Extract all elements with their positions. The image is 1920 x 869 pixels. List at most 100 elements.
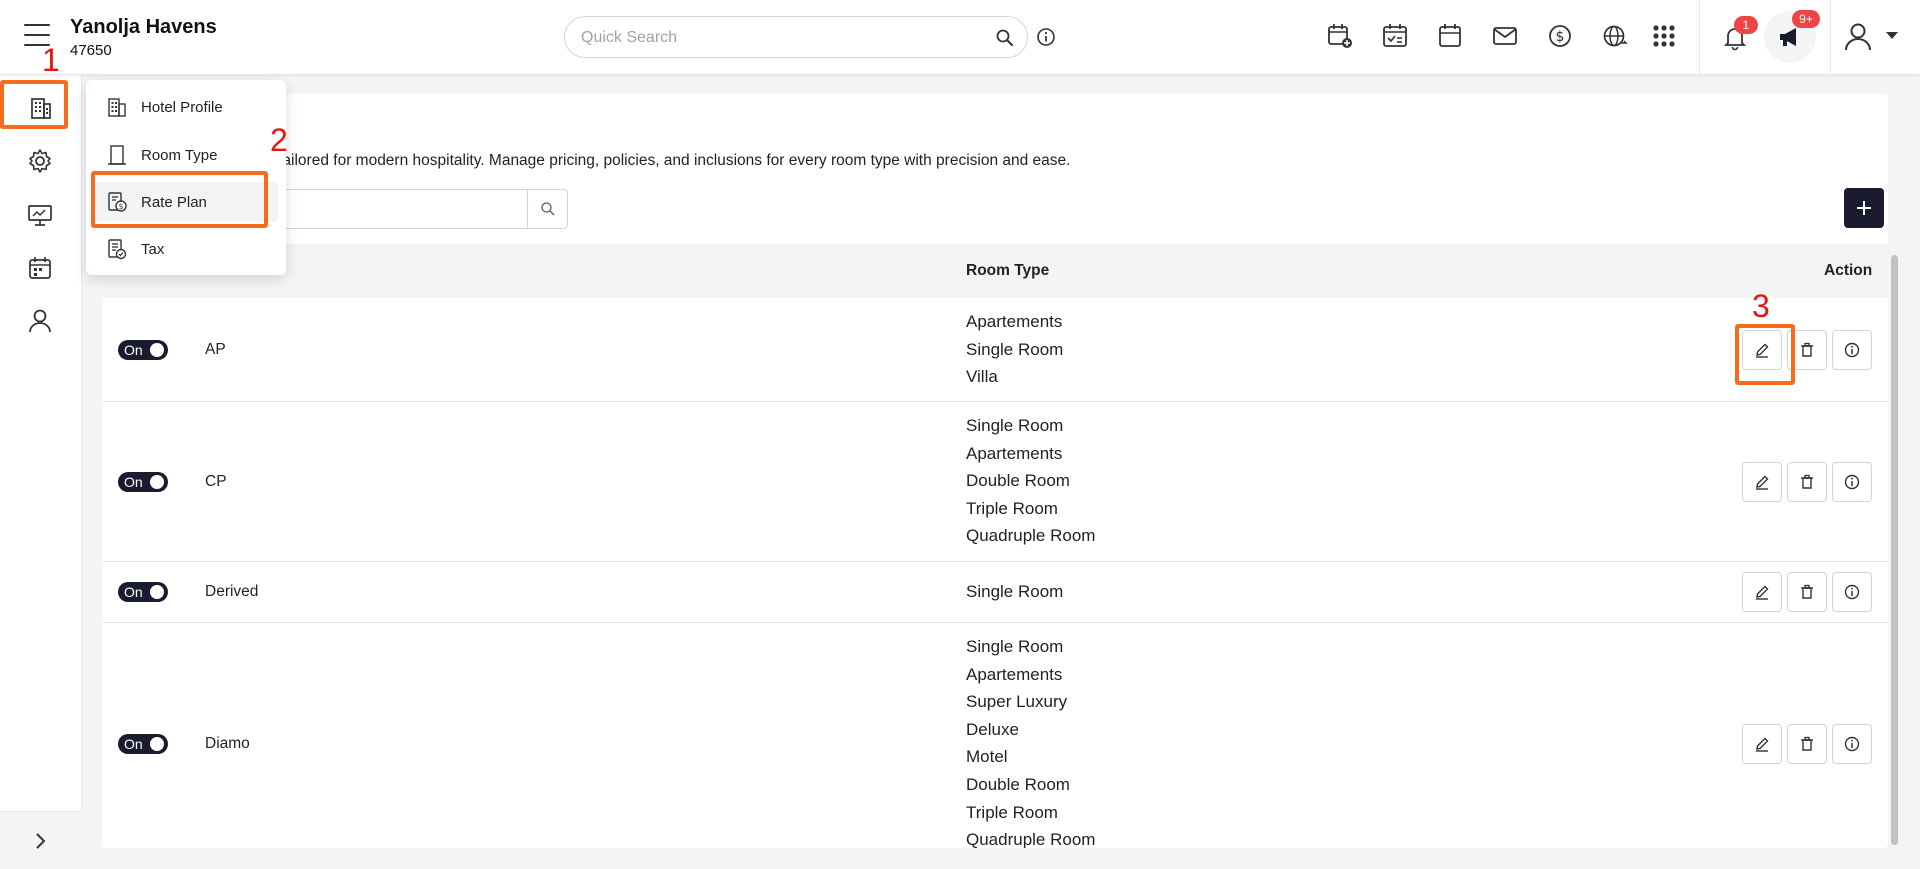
pencil-icon	[1756, 585, 1769, 600]
trash-icon	[1801, 584, 1813, 599]
dollar-icon[interactable]: $	[1546, 22, 1574, 50]
table-scrollbar[interactable]	[1891, 255, 1898, 845]
svg-text:$: $	[1556, 29, 1565, 45]
door-icon	[108, 145, 126, 165]
info-icon	[1844, 736, 1860, 752]
status-toggle[interactable]: On	[118, 472, 168, 492]
filter-search-button[interactable]	[527, 190, 567, 228]
details-button[interactable]	[1832, 724, 1872, 764]
info-icon[interactable]	[1035, 26, 1057, 48]
annotation-label-2: 2	[270, 122, 288, 158]
edit-button[interactable]	[1742, 724, 1782, 764]
toggle-label: On	[124, 474, 143, 490]
rate-plan-name: Diamo	[205, 735, 250, 752]
table-row: On Derived Single Room	[102, 562, 1888, 623]
trash-icon	[1801, 474, 1813, 489]
menu-item-rate-plan[interactable]: $ Rate Plan	[94, 182, 278, 222]
hotel-name: Yanolja Havens	[70, 16, 217, 38]
mail-icon[interactable]	[1491, 22, 1519, 50]
rate-plan-card: ins tailored for modern hospitality. Man…	[102, 94, 1888, 848]
toggle-label: On	[124, 736, 143, 752]
sidebar-settings-icon[interactable]	[25, 146, 55, 176]
status-toggle[interactable]: On	[118, 340, 168, 360]
globe-icon[interactable]	[1601, 22, 1629, 50]
sidebar-hotel-icon[interactable]	[25, 93, 55, 123]
page-description: ins tailored for modern hospitality. Man…	[254, 152, 1071, 169]
plus-icon	[1857, 201, 1871, 215]
sidebar-monitor-icon[interactable]	[25, 200, 55, 230]
tax-icon	[108, 239, 127, 260]
annotation-label-3: 3	[1752, 288, 1770, 324]
room-type-item: Single Room	[966, 637, 1064, 656]
sidebar-expand-button[interactable]	[0, 811, 82, 869]
room-type-item: Apartements	[966, 443, 1063, 463]
details-button[interactable]	[1832, 572, 1872, 612]
add-rate-plan-button[interactable]	[1844, 188, 1884, 228]
menu-item-label: Tax	[141, 241, 165, 258]
chevron-right-icon	[36, 833, 46, 849]
sidebar-calendar-icon[interactable]	[25, 253, 55, 283]
quick-search	[564, 16, 1028, 58]
menu-item-hotel-profile[interactable]: Hotel Profile	[94, 87, 278, 127]
pencil-icon	[1756, 343, 1769, 358]
table-row: On Diamo Single Room Apartements Super L…	[102, 623, 1888, 848]
header-room-type: Room Type	[966, 262, 1050, 279]
room-type-item: Apartements	[966, 312, 1063, 331]
pencil-icon	[1756, 737, 1769, 752]
room-type-item: Quadruple Room	[966, 830, 1096, 848]
notification-badge: 1	[1734, 16, 1758, 34]
delete-button[interactable]	[1787, 724, 1827, 764]
top-header: Yanolja Havens 47650 $ 1 9+	[0, 0, 1920, 75]
delete-button[interactable]	[1787, 330, 1827, 370]
edit-button[interactable]	[1742, 572, 1782, 612]
rate-plan-name: AP	[205, 341, 226, 358]
delete-button[interactable]	[1787, 462, 1827, 502]
edit-button[interactable]	[1742, 462, 1782, 502]
room-type-item: Motel	[966, 747, 1008, 767]
room-type-item: Single Room	[966, 339, 1064, 359]
trash-icon	[1801, 736, 1813, 751]
room-type-item: Double Room	[966, 471, 1070, 491]
info-icon	[1844, 342, 1860, 358]
search-icon	[541, 202, 555, 216]
room-type-list: Apartements Single Room Villa	[966, 308, 1063, 391]
annotation-label-1: 1	[42, 42, 60, 78]
megaphone-icon	[1780, 28, 1796, 46]
details-button[interactable]	[1832, 330, 1872, 370]
table-row: On CP Single Room Apartements Double Roo…	[102, 402, 1888, 562]
user-icon[interactable]	[1842, 21, 1874, 53]
search-icon[interactable]	[995, 28, 1015, 48]
rate-plan-name: Derived	[205, 583, 259, 600]
room-type-item: Quadruple Room	[966, 526, 1096, 546]
details-button[interactable]	[1832, 462, 1872, 502]
announcement-badge: 9+	[1792, 10, 1820, 28]
building-icon	[108, 98, 126, 117]
menu-item-room-type[interactable]: Room Type	[94, 135, 278, 175]
quick-search-input[interactable]	[581, 26, 981, 50]
calendar-icon[interactable]	[1436, 22, 1464, 50]
sidebar-user-icon[interactable]	[25, 306, 55, 336]
room-type-item: Super Luxury	[966, 692, 1068, 712]
room-type-item: Single Room	[966, 582, 1064, 601]
status-toggle[interactable]: On	[118, 582, 168, 602]
room-type-item: Apartements	[966, 664, 1063, 684]
room-type-list: Single Room Apartements Double Room Trip…	[966, 412, 1095, 550]
status-toggle[interactable]: On	[118, 734, 168, 754]
delete-button[interactable]	[1787, 572, 1827, 612]
caret-down-icon[interactable]	[1886, 32, 1898, 40]
table-header: Rate Plan Room Type Action	[102, 244, 1888, 298]
sidebar	[0, 75, 82, 869]
toggle-label: On	[124, 342, 143, 358]
apps-grid-icon[interactable]	[1650, 22, 1678, 50]
calendar-add-icon[interactable]	[1326, 22, 1354, 50]
menu-item-label: Rate Plan	[141, 194, 207, 211]
menu-item-tax[interactable]: Tax	[94, 229, 278, 269]
edit-button[interactable]	[1742, 330, 1782, 370]
menu-item-label: Room Type	[141, 147, 218, 164]
header-action: Action	[1824, 262, 1873, 279]
table-row: On AP Apartements Single Room Villa	[102, 298, 1888, 402]
room-type-item: Triple Room	[966, 498, 1058, 518]
trash-icon	[1801, 342, 1813, 357]
toggle-label: On	[124, 584, 143, 600]
calendar-check-icon[interactable]	[1381, 22, 1409, 50]
